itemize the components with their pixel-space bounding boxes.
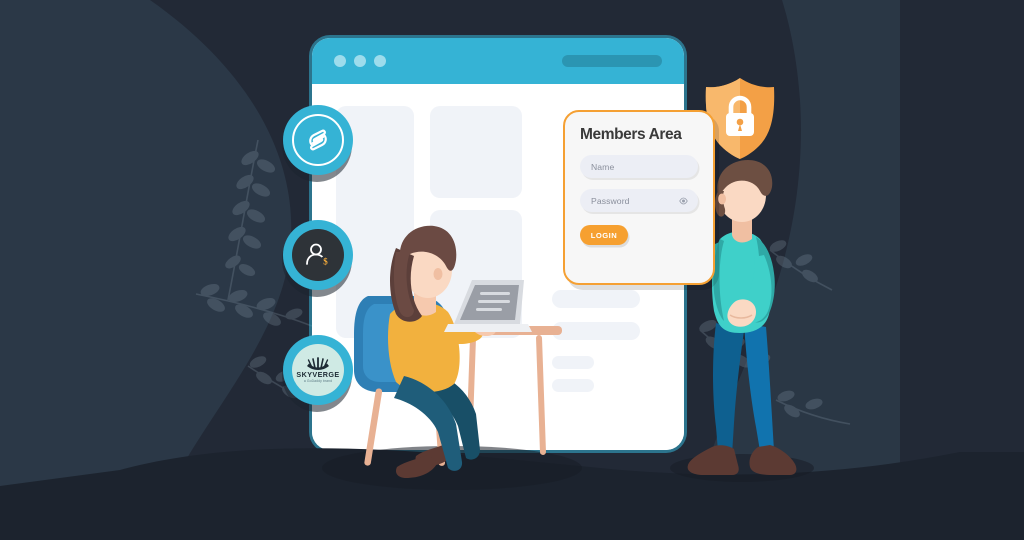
eye-icon[interactable] — [679, 196, 688, 205]
illustration-scene: $ SKYVERGE a GoDaddy brand Members Area … — [0, 0, 1024, 540]
svg-text:$: $ — [323, 256, 328, 266]
skyverge-brand-name: SKYVERGE — [296, 369, 340, 379]
login-card: Members Area Name Password LOGIN — [563, 110, 715, 285]
badge-inner-1 — [292, 114, 344, 166]
sidebar-item-memberships[interactable]: $ — [283, 220, 353, 290]
page-title: Members Area — [580, 126, 682, 143]
skyverge-tagline: a GoDaddy brand — [303, 378, 333, 383]
seated-woman-with-laptop — [354, 225, 562, 478]
login-button[interactable]: LOGIN — [580, 225, 628, 245]
badge-inner-2: $ — [292, 229, 344, 281]
password-field-placeholder: Password — [591, 195, 630, 206]
user-dollar-icon: $ — [306, 243, 331, 266]
password-field[interactable]: Password — [580, 189, 698, 212]
sidebar-item-jilt[interactable] — [283, 105, 353, 175]
name-field-placeholder: Name — [591, 161, 615, 172]
sidebar-item-skyverge[interactable]: SKYVERGE a GoDaddy brand — [283, 335, 353, 405]
jilt-mark-icon — [309, 129, 327, 151]
badge-inner-3: SKYVERGE a GoDaddy brand — [292, 344, 344, 396]
name-field[interactable]: Name — [580, 155, 698, 178]
skyverge-fan-icon — [307, 357, 329, 370]
